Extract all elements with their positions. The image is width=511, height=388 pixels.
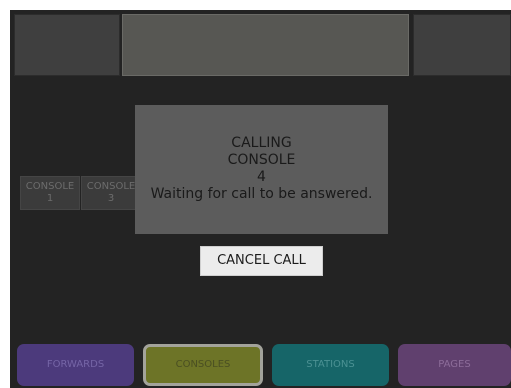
calling-dialog: CALLING CONSOLE 4 Waiting for call to be… xyxy=(135,105,388,234)
console-screen: CONSOLE 1 CONSOLE 3 CALLING CONSOLE 4 Wa… xyxy=(10,10,511,388)
top-left-panel xyxy=(14,14,120,76)
top-status-panel xyxy=(122,14,409,76)
tab-consoles[interactable]: CONSOLES xyxy=(143,344,263,386)
calling-text: CALLING xyxy=(231,135,292,151)
top-right-panel xyxy=(413,14,511,76)
tab-pages[interactable]: PAGES xyxy=(398,344,511,386)
console-text: CONSOLE xyxy=(227,152,296,168)
console-label: CONSOLE xyxy=(86,181,136,192)
console-button-3[interactable]: CONSOLE 3 xyxy=(81,176,141,210)
tab-stations[interactable]: STATIONS xyxy=(272,344,389,386)
waiting-message: Waiting for call to be answered. xyxy=(150,186,373,202)
cancel-call-button[interactable]: CANCEL CALL xyxy=(200,246,323,276)
console-number-text: 4 xyxy=(257,169,266,185)
tab-forwards[interactable]: FORWARDS xyxy=(17,344,134,386)
console-label: CONSOLE xyxy=(25,181,75,192)
console-number: 1 xyxy=(46,193,54,204)
console-number: 3 xyxy=(107,193,115,204)
console-button-1[interactable]: CONSOLE 1 xyxy=(20,176,80,210)
